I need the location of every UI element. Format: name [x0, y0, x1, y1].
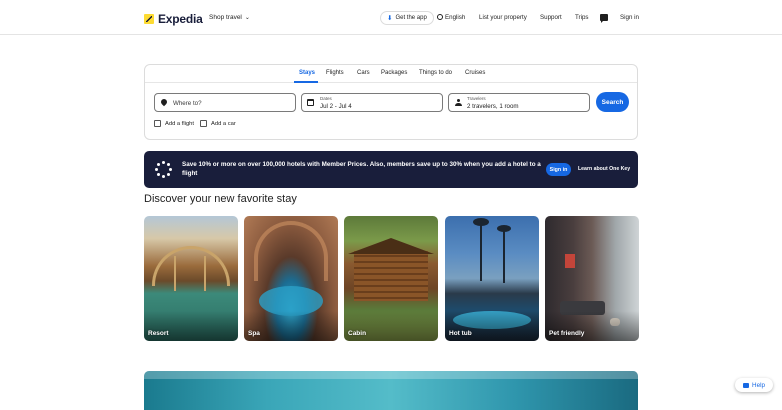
- dates-label: Dates: [320, 96, 332, 101]
- stay-card-cabin[interactable]: Cabin: [344, 216, 438, 341]
- chat-icon: [743, 382, 750, 388]
- add-car-checkbox[interactable]: Add a car: [200, 120, 236, 127]
- help-label: Help: [752, 381, 765, 389]
- top-header: Expedia Shop travel ⌄ ⬇ Get the app Engl…: [0, 0, 782, 35]
- stay-card-resort[interactable]: Resort: [144, 216, 238, 341]
- wall-art-shape: [565, 254, 575, 268]
- palm-leaves-shape: [497, 225, 511, 232]
- help-button[interactable]: Help: [735, 378, 773, 392]
- chevron-down-icon: ⌄: [244, 15, 250, 21]
- card-label-resort: Resort: [148, 330, 169, 337]
- support-link[interactable]: Support: [540, 14, 562, 21]
- tab-stays[interactable]: Stays: [299, 70, 315, 76]
- cabin-roof-shape: [348, 238, 434, 254]
- member-prices-banner: Save 10% or more on over 100,000 hotels …: [144, 151, 638, 188]
- active-tab-indicator: [294, 81, 318, 83]
- language-label: English: [445, 14, 466, 21]
- palm-trunk-shape: [503, 228, 505, 283]
- sign-in-link[interactable]: Sign in: [620, 14, 639, 21]
- column-shape: [204, 256, 206, 291]
- palm-trunk-shape: [480, 221, 482, 281]
- globe-icon: [437, 14, 443, 20]
- column-shape: [174, 256, 176, 291]
- map-pin-icon: [159, 97, 169, 107]
- card-label-cabin: Cabin: [348, 330, 367, 337]
- add-car-label: Add a car: [211, 120, 236, 127]
- banner-message: Save 10% or more on over 100,000 hotels …: [182, 161, 541, 177]
- shop-travel-menu[interactable]: Shop travel ⌄: [209, 14, 250, 21]
- palm-leaves-shape: [473, 218, 489, 226]
- discover-section-title: Discover your new favorite stay: [144, 193, 297, 205]
- checkbox-box[interactable]: [200, 120, 207, 127]
- cabin-wall-shape: [354, 251, 428, 301]
- stay-card-hot-tub[interactable]: Hot tub: [445, 216, 539, 341]
- card-label-spa: Spa: [248, 330, 260, 337]
- language-selector[interactable]: English: [437, 14, 465, 21]
- search-form-card: Stays Flights Cars Packages Things to do…: [144, 64, 638, 140]
- destination-input[interactable]: Where to?: [154, 93, 296, 112]
- inbox-message-icon[interactable]: [600, 14, 608, 23]
- trips-link[interactable]: Trips: [575, 14, 589, 21]
- download-icon: ⬇: [387, 15, 393, 22]
- destination-placeholder: Where to?: [173, 100, 202, 107]
- expedia-logo-icon: [144, 14, 154, 24]
- tab-packages[interactable]: Packages: [381, 70, 407, 76]
- add-flight-checkbox[interactable]: Add a flight: [154, 120, 194, 127]
- promo-beach-image[interactable]: [144, 371, 638, 410]
- tab-cruises[interactable]: Cruises: [465, 70, 485, 76]
- dates-input[interactable]: Dates Jul 2 - Jul 4: [301, 93, 443, 112]
- vault-shape: [254, 221, 328, 281]
- travelers-label: Travelers: [467, 96, 486, 101]
- get-the-app-button[interactable]: ⬇ Get the app: [380, 11, 434, 25]
- search-button[interactable]: Search: [596, 92, 629, 112]
- travelers-value: 2 travelers, 1 room: [467, 103, 519, 110]
- wave-foam-shape: [144, 371, 638, 379]
- calendar-icon: [307, 99, 314, 106]
- card-label-hot-tub: Hot tub: [449, 330, 472, 337]
- stay-card-spa[interactable]: Spa: [244, 216, 338, 341]
- dates-value: Jul 2 - Jul 4: [320, 103, 352, 110]
- travelers-input[interactable]: Travelers 2 travelers, 1 room: [448, 93, 590, 112]
- stay-card-pet-friendly[interactable]: Pet friendly: [545, 216, 639, 341]
- expedia-logo[interactable]: Expedia: [144, 12, 203, 26]
- one-key-icon: [155, 161, 172, 178]
- shop-travel-label: Shop travel: [209, 14, 242, 21]
- brand-name: Expedia: [158, 12, 203, 26]
- person-icon: [455, 99, 462, 106]
- list-property-link[interactable]: List your property: [479, 14, 527, 21]
- card-label-pet-friendly: Pet friendly: [549, 330, 585, 337]
- search-tabs: Stays Flights Cars Packages Things to do…: [145, 65, 637, 83]
- tab-cars[interactable]: Cars: [357, 70, 370, 76]
- tab-flights[interactable]: Flights: [326, 70, 344, 76]
- checkbox-box[interactable]: [154, 120, 161, 127]
- add-flight-label: Add a flight: [165, 120, 195, 127]
- get-the-app-label: Get the app: [395, 15, 427, 21]
- learn-about-one-key-link[interactable]: Learn about One Key: [578, 166, 630, 172]
- tab-things-to-do[interactable]: Things to do: [419, 70, 452, 76]
- banner-sign-in-button[interactable]: Sign in: [546, 163, 571, 176]
- arch-shape: [152, 246, 230, 286]
